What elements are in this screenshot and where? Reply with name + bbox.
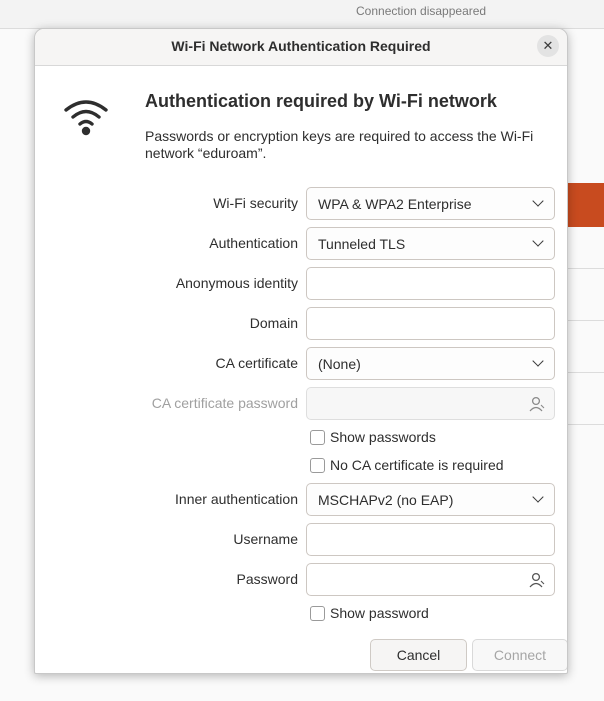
no-ca-required-label[interactable]: No CA certificate is required xyxy=(330,457,504,473)
dialog-description: Passwords or encryption keys are require… xyxy=(145,128,534,161)
inner-authentication-dropdown[interactable]: MSCHAPv2 (no EAP) xyxy=(306,483,555,516)
wifi-icon xyxy=(64,100,108,136)
anonymous-identity-input[interactable] xyxy=(306,267,555,300)
cancel-button[interactable]: Cancel xyxy=(370,639,467,671)
chevron-down-icon xyxy=(532,491,544,503)
background-divider xyxy=(568,424,604,425)
background-header: Connection disappeared xyxy=(0,0,604,29)
inner-authentication-label: Inner authentication xyxy=(175,491,298,507)
ca-certificate-label: CA certificate xyxy=(215,355,298,371)
no-ca-required-checkbox[interactable] xyxy=(310,458,325,473)
username-input[interactable] xyxy=(306,523,555,556)
authentication-dropdown[interactable]: Tunneled TLS xyxy=(306,227,555,260)
connection-status-text: Connection disappeared xyxy=(356,4,487,18)
ca-certificate-dropdown[interactable]: (None) xyxy=(306,347,555,380)
close-icon: ✕ xyxy=(542,38,554,53)
dialog-headerbar: Wi-Fi Network Authentication Required ✕ xyxy=(35,29,567,66)
show-passwords-checkbox[interactable] xyxy=(310,430,325,445)
ca-certificate-password-label: CA certificate password xyxy=(151,395,298,411)
background-divider xyxy=(568,268,604,269)
authentication-value: Tunneled TLS xyxy=(318,236,406,252)
wifi-security-label: Wi-Fi security xyxy=(213,195,298,211)
anonymous-identity-label: Anonymous identity xyxy=(175,275,298,291)
inner-authentication-value: MSCHAPv2 (no EAP) xyxy=(318,492,454,508)
username-label: Username xyxy=(233,531,298,547)
user-icon xyxy=(529,396,545,412)
ca-certificate-password-input xyxy=(306,387,555,420)
authentication-label: Authentication xyxy=(209,235,298,251)
dialog-title: Wi-Fi Network Authentication Required xyxy=(171,38,431,54)
wifi-security-dropdown[interactable]: WPA & WPA2 Enterprise xyxy=(306,187,555,220)
show-password-label[interactable]: Show password xyxy=(330,605,429,621)
show-password-checkbox[interactable] xyxy=(310,606,325,621)
domain-input[interactable] xyxy=(306,307,555,340)
chevron-down-icon xyxy=(532,195,544,207)
background-divider xyxy=(568,372,604,373)
password-label: Password xyxy=(236,571,298,587)
wifi-auth-dialog: Wi-Fi Network Authentication Required ✕ … xyxy=(34,28,568,674)
close-button[interactable]: ✕ xyxy=(537,35,559,57)
dialog-heading: Authentication required by Wi-Fi network xyxy=(145,91,497,111)
user-icon[interactable] xyxy=(528,572,546,588)
background-selected-row xyxy=(568,183,604,227)
domain-label: Domain xyxy=(249,315,298,331)
show-passwords-label[interactable]: Show passwords xyxy=(330,429,436,445)
wifi-security-value: WPA & WPA2 Enterprise xyxy=(318,196,472,212)
background-divider xyxy=(568,320,604,321)
password-input[interactable] xyxy=(306,563,555,596)
connect-button[interactable]: Connect xyxy=(472,639,567,671)
ca-certificate-value: (None) xyxy=(318,356,361,372)
chevron-down-icon xyxy=(532,355,544,367)
chevron-down-icon xyxy=(532,235,544,247)
